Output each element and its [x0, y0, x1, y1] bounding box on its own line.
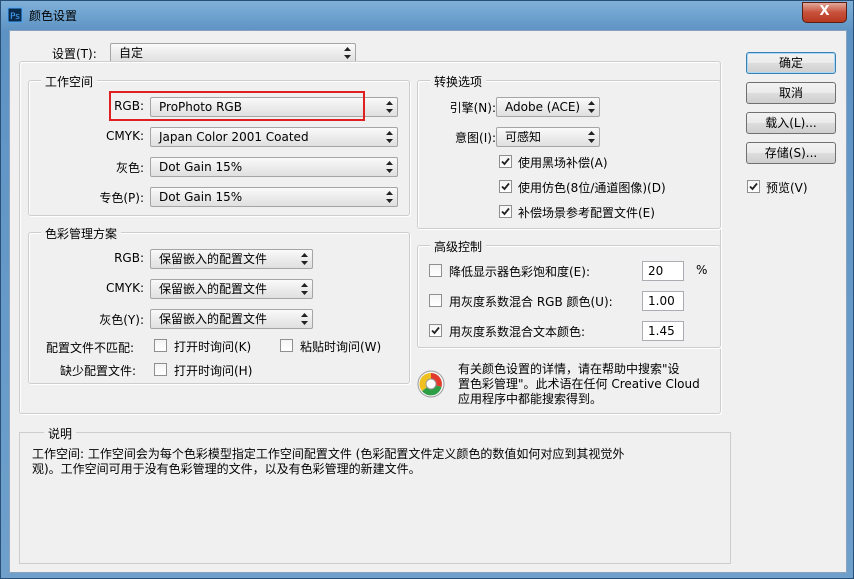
info-text: 有关颜色设置的详情，请在帮助中搜索"设 置色彩管理"。此术语在任何 Creati… — [458, 362, 718, 407]
conversion-options-title: 转换选项 — [430, 73, 487, 90]
gray-policy-select[interactable]: 保留嵌入的配置文件 — [150, 309, 313, 329]
intent-value: 可感知 — [505, 130, 542, 144]
gray-workspace-select[interactable]: Dot Gain 15% — [150, 157, 398, 177]
up-down-arrow-icon — [588, 101, 595, 113]
blend-rgb-gamma-input[interactable]: 1.00 — [642, 291, 684, 311]
checkmark-icon — [749, 182, 758, 191]
missing-ask-when-opening-checkbox[interactable] — [154, 363, 167, 376]
info-line-3: 应用程序中都能搜索得到。 — [458, 392, 603, 406]
rgb-policy-value: 保留嵌入的配置文件 — [159, 252, 268, 266]
dialog-window: Ps 颜色设置 X 设置(T): 自定 工作空间 RGB: ProPhoto R… — [0, 0, 854, 579]
dialog-client-area: 设置(T): 自定 工作空间 RGB: ProPhoto RGB CMYK: J… — [9, 30, 847, 573]
compensate-scene-profiles-checkbox[interactable] — [499, 205, 512, 218]
advanced-controls-title: 高级控制 — [430, 238, 487, 255]
load-button[interactable]: 载入(L)... — [746, 112, 836, 134]
up-down-arrow-icon — [386, 101, 393, 113]
photoshop-app-icon: Ps — [7, 7, 23, 23]
settings-value: 自定 — [119, 46, 144, 60]
preview-label: 预览(V) — [766, 181, 808, 195]
description-title: 说明 — [44, 425, 77, 442]
red-highlight-box — [109, 91, 365, 121]
description-text: 工作空间: 工作空间会为每个色彩模型指定工作空间配置文件 (色彩配置文件定义颜色… — [32, 447, 722, 477]
use-dither-checkbox[interactable] — [499, 180, 512, 193]
checkmark-icon — [501, 157, 510, 166]
preview-checkbox[interactable] — [747, 180, 760, 193]
engine-select[interactable]: Adobe (ACE) — [496, 97, 600, 117]
cancel-button[interactable]: 取消 — [746, 82, 836, 104]
info-line-1: 有关颜色设置的详情，请在帮助中搜索"设 — [458, 362, 680, 376]
black-point-compensation-checkbox[interactable] — [499, 155, 512, 168]
ok-button[interactable]: 确定 — [746, 52, 836, 74]
desaturate-monitor-checkbox[interactable] — [429, 264, 442, 277]
spot-workspace-label: 专色(P): — [99, 191, 144, 205]
cmyk-workspace-value: Japan Color 2001 Coated — [159, 130, 309, 144]
checkmark-icon — [501, 182, 510, 191]
settings-select[interactable]: 自定 — [110, 43, 356, 63]
up-down-arrow-icon — [301, 313, 308, 325]
spot-workspace-value: Dot Gain 15% — [159, 190, 243, 204]
percent-unit: % — [696, 263, 708, 277]
color-wheel-info-icon — [417, 370, 445, 398]
engine-label: 引擎(N): — [449, 101, 496, 115]
window-title: 颜色设置 — [29, 9, 78, 23]
gray-policy-value: 保留嵌入的配置文件 — [159, 312, 268, 326]
close-button[interactable]: X — [802, 2, 847, 23]
gray-policy-label: 灰色(Y): — [99, 313, 144, 327]
up-down-arrow-icon — [588, 131, 595, 143]
cmyk-policy-label: CMYK: — [106, 281, 144, 295]
black-point-compensation-label: 使用黑场补偿(A) — [518, 156, 608, 170]
compensate-scene-profiles-label: 补偿场景参考配置文件(E) — [518, 206, 655, 220]
blend-rgb-gamma-label: 用灰度系数混合 RGB 颜色(U): — [449, 295, 613, 309]
checkmark-icon — [501, 207, 510, 216]
title-bar[interactable]: Ps 颜色设置 X — [1, 1, 853, 29]
up-down-arrow-icon — [301, 283, 308, 295]
ask-when-pasting-checkbox[interactable] — [280, 339, 293, 352]
desaturate-monitor-label: 降低显示器色彩饱和度(E): — [449, 265, 590, 279]
color-policies-title: 色彩管理方案 — [41, 225, 122, 242]
settings-label: 设置(T): — [52, 47, 97, 61]
description-line-1: 工作空间: 工作空间会为每个色彩模型指定工作空间配置文件 (色彩配置文件定义颜色… — [32, 447, 625, 461]
cmyk-workspace-label: CMYK: — [106, 129, 144, 143]
blend-text-gamma-checkbox[interactable] — [429, 324, 442, 337]
blend-rgb-gamma-checkbox[interactable] — [429, 294, 442, 307]
ask-when-opening-checkbox[interactable] — [154, 339, 167, 352]
up-down-arrow-icon — [386, 191, 393, 203]
gray-workspace-label: 灰色: — [115, 161, 144, 175]
gray-workspace-value: Dot Gain 15% — [159, 160, 243, 174]
spot-workspace-select[interactable]: Dot Gain 15% — [150, 187, 398, 207]
blend-text-gamma-label: 用灰度系数混合文本颜色: — [449, 325, 586, 339]
use-dither-label: 使用仿色(8位/通道图像)(D) — [518, 181, 666, 195]
rgb-policy-label: RGB: — [114, 251, 144, 265]
checkmark-icon — [431, 326, 440, 335]
working-spaces-title: 工作空间 — [41, 73, 98, 90]
cmyk-policy-select[interactable]: 保留嵌入的配置文件 — [150, 279, 313, 299]
intent-label: 意图(I): — [455, 131, 496, 145]
up-down-arrow-icon — [386, 161, 393, 173]
intent-select[interactable]: 可感知 — [496, 127, 600, 147]
save-button[interactable]: 存储(S)... — [746, 142, 836, 164]
profile-mismatch-label: 配置文件不匹配: — [46, 341, 135, 355]
engine-value: Adobe (ACE) — [505, 100, 581, 114]
missing-profiles-label: 缺少配置文件: — [60, 364, 137, 378]
blend-text-gamma-input[interactable]: 1.45 — [642, 321, 684, 341]
cmyk-workspace-select[interactable]: Japan Color 2001 Coated — [150, 127, 398, 147]
up-down-arrow-icon — [344, 47, 351, 59]
ask-when-opening-label: 打开时询问(K) — [174, 340, 252, 354]
desaturate-amount-input[interactable]: 20 — [642, 261, 684, 281]
svg-text:Ps: Ps — [10, 12, 20, 22]
rgb-policy-select[interactable]: 保留嵌入的配置文件 — [150, 249, 313, 269]
ask-when-pasting-label: 粘贴时询问(W) — [300, 340, 382, 354]
up-down-arrow-icon — [301, 253, 308, 265]
info-line-2: 置色彩管理"。此术语在任何 Creative Cloud — [458, 377, 700, 391]
cmyk-policy-value: 保留嵌入的配置文件 — [159, 282, 268, 296]
description-line-2: 观)。工作空间可用于没有色彩管理的文件，以及有色彩管理的新建文件。 — [32, 462, 421, 476]
up-down-arrow-icon — [386, 131, 393, 143]
missing-ask-when-opening-label: 打开时询问(H) — [174, 364, 253, 378]
